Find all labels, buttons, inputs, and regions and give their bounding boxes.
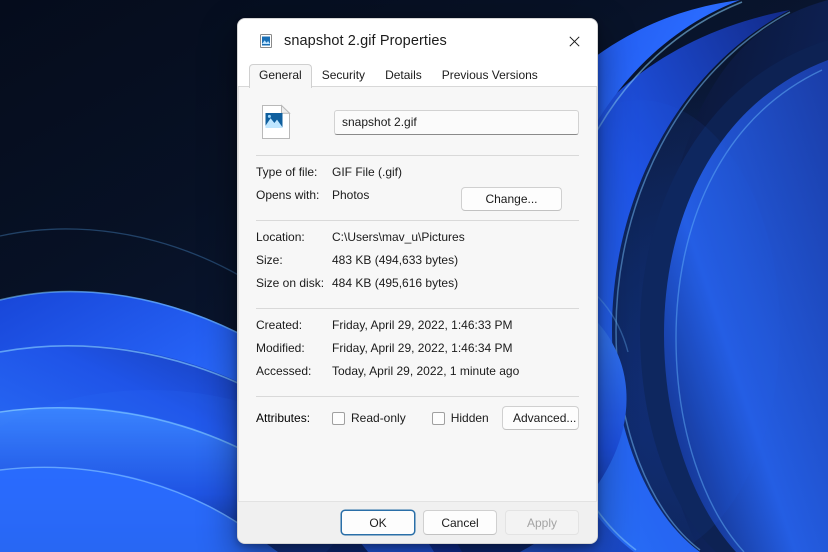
label-opens-with: Opens with: <box>256 188 320 202</box>
advanced-button[interactable]: Advanced... <box>502 406 579 430</box>
row-opens-with: Opens with: Photos Change... <box>256 187 579 211</box>
tab-previous-versions-label: Previous Versions <box>441 68 538 82</box>
readonly-checkbox-wrap[interactable]: Read-only <box>332 411 406 425</box>
image-file-icon <box>258 33 274 49</box>
label-type-of-file: Type of file: <box>256 165 318 179</box>
file-properties-dialog: snapshot 2.gif Properties General Securi… <box>237 18 598 544</box>
row-size-on-disk: Size on disk: 484 KB (495,616 bytes) <box>256 276 579 299</box>
label-location: Location: <box>256 230 305 244</box>
property-group-type: Type of file: GIF File (.gif) Opens with… <box>256 156 579 220</box>
row-location: Location: C:\Users\mav_u\Pictures <box>256 230 579 253</box>
hidden-label: Hidden <box>450 411 489 425</box>
property-group-location: Location: C:\Users\mav_u\Pictures Size: … <box>256 221 579 308</box>
readonly-label: Read-only <box>351 411 406 425</box>
value-size: 483 KB (494,633 bytes) <box>332 253 459 267</box>
file-name-input[interactable] <box>334 109 579 135</box>
tab-details-label: Details <box>385 68 422 82</box>
hidden-checkbox[interactable] <box>431 411 445 425</box>
row-modified: Modified: Friday, April 29, 2022, 1:46:3… <box>256 341 579 364</box>
label-attributes: Attributes: <box>256 411 311 425</box>
cancel-button[interactable]: Cancel <box>423 510 497 535</box>
tab-previous-versions[interactable]: Previous Versions <box>432 64 548 87</box>
property-group-dates: Created: Friday, April 29, 2022, 1:46:33… <box>256 309 579 396</box>
property-group-attributes: Attributes: Read-only Hidden Advanced... <box>256 397 579 439</box>
label-size-on-disk: Size on disk: <box>256 276 325 290</box>
dialog-title: snapshot 2.gif Properties <box>284 33 447 49</box>
value-location: C:\Users\mav_u\Pictures <box>332 230 465 244</box>
value-type-of-file: GIF File (.gif) <box>332 165 403 179</box>
change-button[interactable]: Change... <box>461 187 562 211</box>
row-attributes: Attributes: Read-only Hidden Advanced... <box>256 406 579 430</box>
value-modified: Friday, April 29, 2022, 1:46:34 PM <box>332 341 513 355</box>
row-type-of-file: Type of file: GIF File (.gif) <box>256 165 579 188</box>
row-size: Size: 483 KB (494,633 bytes) <box>256 253 579 276</box>
tab-security-label: Security <box>321 68 366 82</box>
ok-button[interactable]: OK <box>341 510 415 535</box>
row-accessed: Accessed: Today, April 29, 2022, 1 minut… <box>256 364 579 387</box>
tab-general[interactable]: General <box>249 64 312 88</box>
file-header-row <box>256 101 579 143</box>
close-icon[interactable] <box>552 19 597 63</box>
gif-image-file-icon <box>260 104 292 140</box>
desktop: snapshot 2.gif Properties General Securi… <box>0 0 828 552</box>
tab-details[interactable]: Details <box>375 64 432 87</box>
value-accessed: Today, April 29, 2022, 1 minute ago <box>332 364 520 378</box>
apply-button[interactable]: Apply <box>505 510 579 535</box>
readonly-checkbox[interactable] <box>332 411 345 425</box>
label-created: Created: <box>256 318 303 332</box>
tab-general-label: General <box>259 68 302 82</box>
value-size-on-disk: 484 KB (495,616 bytes) <box>332 276 459 290</box>
dialog-tabstrip: General Security Details Previous Versio… <box>238 63 597 88</box>
label-accessed: Accessed: <box>256 364 312 378</box>
dialog-titlebar: snapshot 2.gif Properties <box>238 19 597 63</box>
hidden-checkbox-wrap[interactable]: Hidden <box>431 411 489 425</box>
close-x-glyph <box>569 35 580 47</box>
row-created: Created: Friday, April 29, 2022, 1:46:33… <box>256 318 579 341</box>
value-created: Friday, April 29, 2022, 1:46:33 PM <box>332 318 513 332</box>
dialog-body: Type of file: GIF File (.gif) Opens with… <box>238 87 597 501</box>
label-size: Size: <box>256 253 283 267</box>
dialog-footer: OK Cancel Apply <box>238 501 597 543</box>
label-modified: Modified: <box>256 341 305 355</box>
tab-security[interactable]: Security <box>312 64 375 87</box>
